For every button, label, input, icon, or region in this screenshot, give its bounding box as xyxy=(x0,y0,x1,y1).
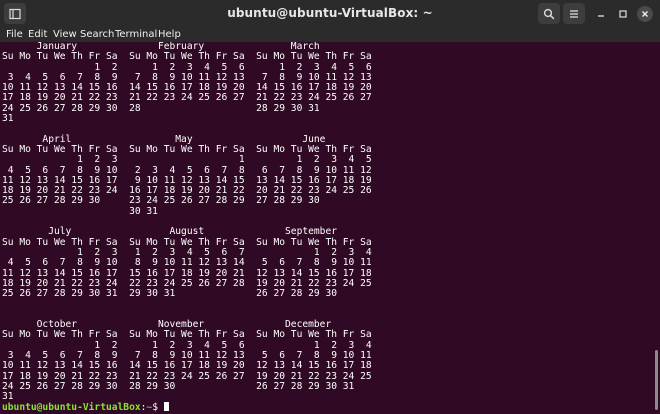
terminal-line: 25 26 27 28 29 30 31 29 30 31 26 27 28 2… xyxy=(2,288,338,300)
terminal-line: 4 5 6 7 8 9 10 8 9 10 11 12 13 14 5 6 7 … xyxy=(2,257,372,269)
menu-bar: File Edit View Search Terminal Help xyxy=(0,28,660,42)
prompt-symbol: $ xyxy=(152,402,164,414)
terminal-line: 10 11 12 13 14 15 16 14 15 16 17 18 19 2… xyxy=(2,360,372,372)
maximize-icon xyxy=(619,10,627,18)
menu-view[interactable]: View xyxy=(53,29,77,41)
hamburger-menu-icon xyxy=(570,9,578,18)
search-icon xyxy=(543,8,555,19)
minimize-icon xyxy=(598,15,604,17)
menu-button[interactable] xyxy=(563,3,585,24)
minimize-button[interactable] xyxy=(593,6,609,22)
menu-file[interactable]: File xyxy=(6,29,23,41)
close-icon xyxy=(642,11,648,17)
menu-edit[interactable]: Edit xyxy=(28,29,47,41)
maximize-button[interactable] xyxy=(615,6,631,22)
prompt-user-host: ubuntu@ubuntu-VirtualBox xyxy=(2,402,141,414)
close-button[interactable] xyxy=(637,6,653,22)
terminal-line: 31 xyxy=(2,391,14,403)
scrollbar[interactable] xyxy=(655,350,658,410)
menu-help[interactable]: Help xyxy=(158,29,181,41)
window-title: ubuntu@ubuntu-VirtualBox: ~ xyxy=(227,6,433,20)
terminal-line: 30 31 xyxy=(2,205,158,217)
menu-search[interactable]: Search xyxy=(80,29,114,41)
menu-terminal[interactable]: Terminal xyxy=(115,29,157,41)
terminal-line: 24 25 26 27 28 29 30 28 28 29 30 31 xyxy=(2,102,320,114)
terminal-output[interactable]: January February March Su Mo Tu We Th Fr … xyxy=(2,42,652,414)
shell-prompt[interactable]: ubuntu@ubuntu-VirtualBox:~$ xyxy=(2,402,652,414)
search-button[interactable] xyxy=(538,3,560,24)
title-bar: ubuntu@ubuntu-VirtualBox: ~ xyxy=(0,0,660,29)
terminal-window: ubuntu@ubuntu-VirtualBox: ~ File Edit Vi… xyxy=(0,0,660,414)
text-cursor xyxy=(163,402,169,412)
terminal-line: 31 xyxy=(2,113,14,125)
terminal-line: 24 25 26 27 28 29 30 28 29 30 26 27 28 2… xyxy=(2,380,355,392)
